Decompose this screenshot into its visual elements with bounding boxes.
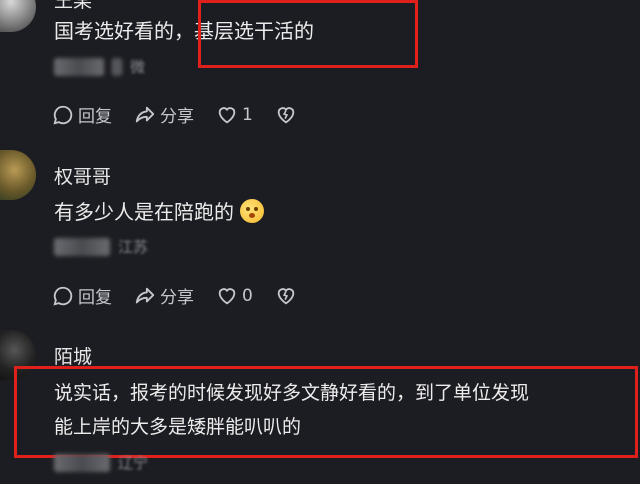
commenter-name[interactable]: 陌城 [54,342,92,369]
like-button[interactable]: 0 [216,285,253,307]
like-button[interactable]: 1 [216,104,253,126]
comment-meta: 微 [54,56,145,77]
highlight-box [198,0,418,68]
comment-text: 有多少人是在陪跑的 [54,195,264,229]
highlight-box [14,366,638,458]
share-icon [135,287,155,303]
comment-actions: 回复 分享 0 [52,283,323,308]
avatar[interactable] [0,0,36,32]
comment-icon [53,105,73,125]
reply-button[interactable]: 回复 [52,283,112,308]
commenter-name[interactable]: 权哥哥 [54,162,111,189]
heart-icon [218,106,236,123]
comment-meta: 辽宁 [54,452,148,473]
comment-meta: 江苏 [54,236,148,257]
share-button[interactable]: 分享 [134,283,194,308]
avatar[interactable] [0,150,36,200]
commenter-name[interactable]: 王某 [54,0,92,13]
emoji-icon [240,199,264,223]
comment-actions: 回复 分享 1 [52,102,323,127]
reply-button[interactable]: 回复 [52,102,112,127]
dislike-button[interactable] [275,104,301,126]
heart-icon [218,287,236,304]
share-icon [135,106,155,122]
comment-icon [53,286,73,306]
broken-heart-icon [277,106,295,123]
dislike-button[interactable] [275,285,301,307]
broken-heart-icon [277,287,295,304]
share-button[interactable]: 分享 [134,102,194,127]
